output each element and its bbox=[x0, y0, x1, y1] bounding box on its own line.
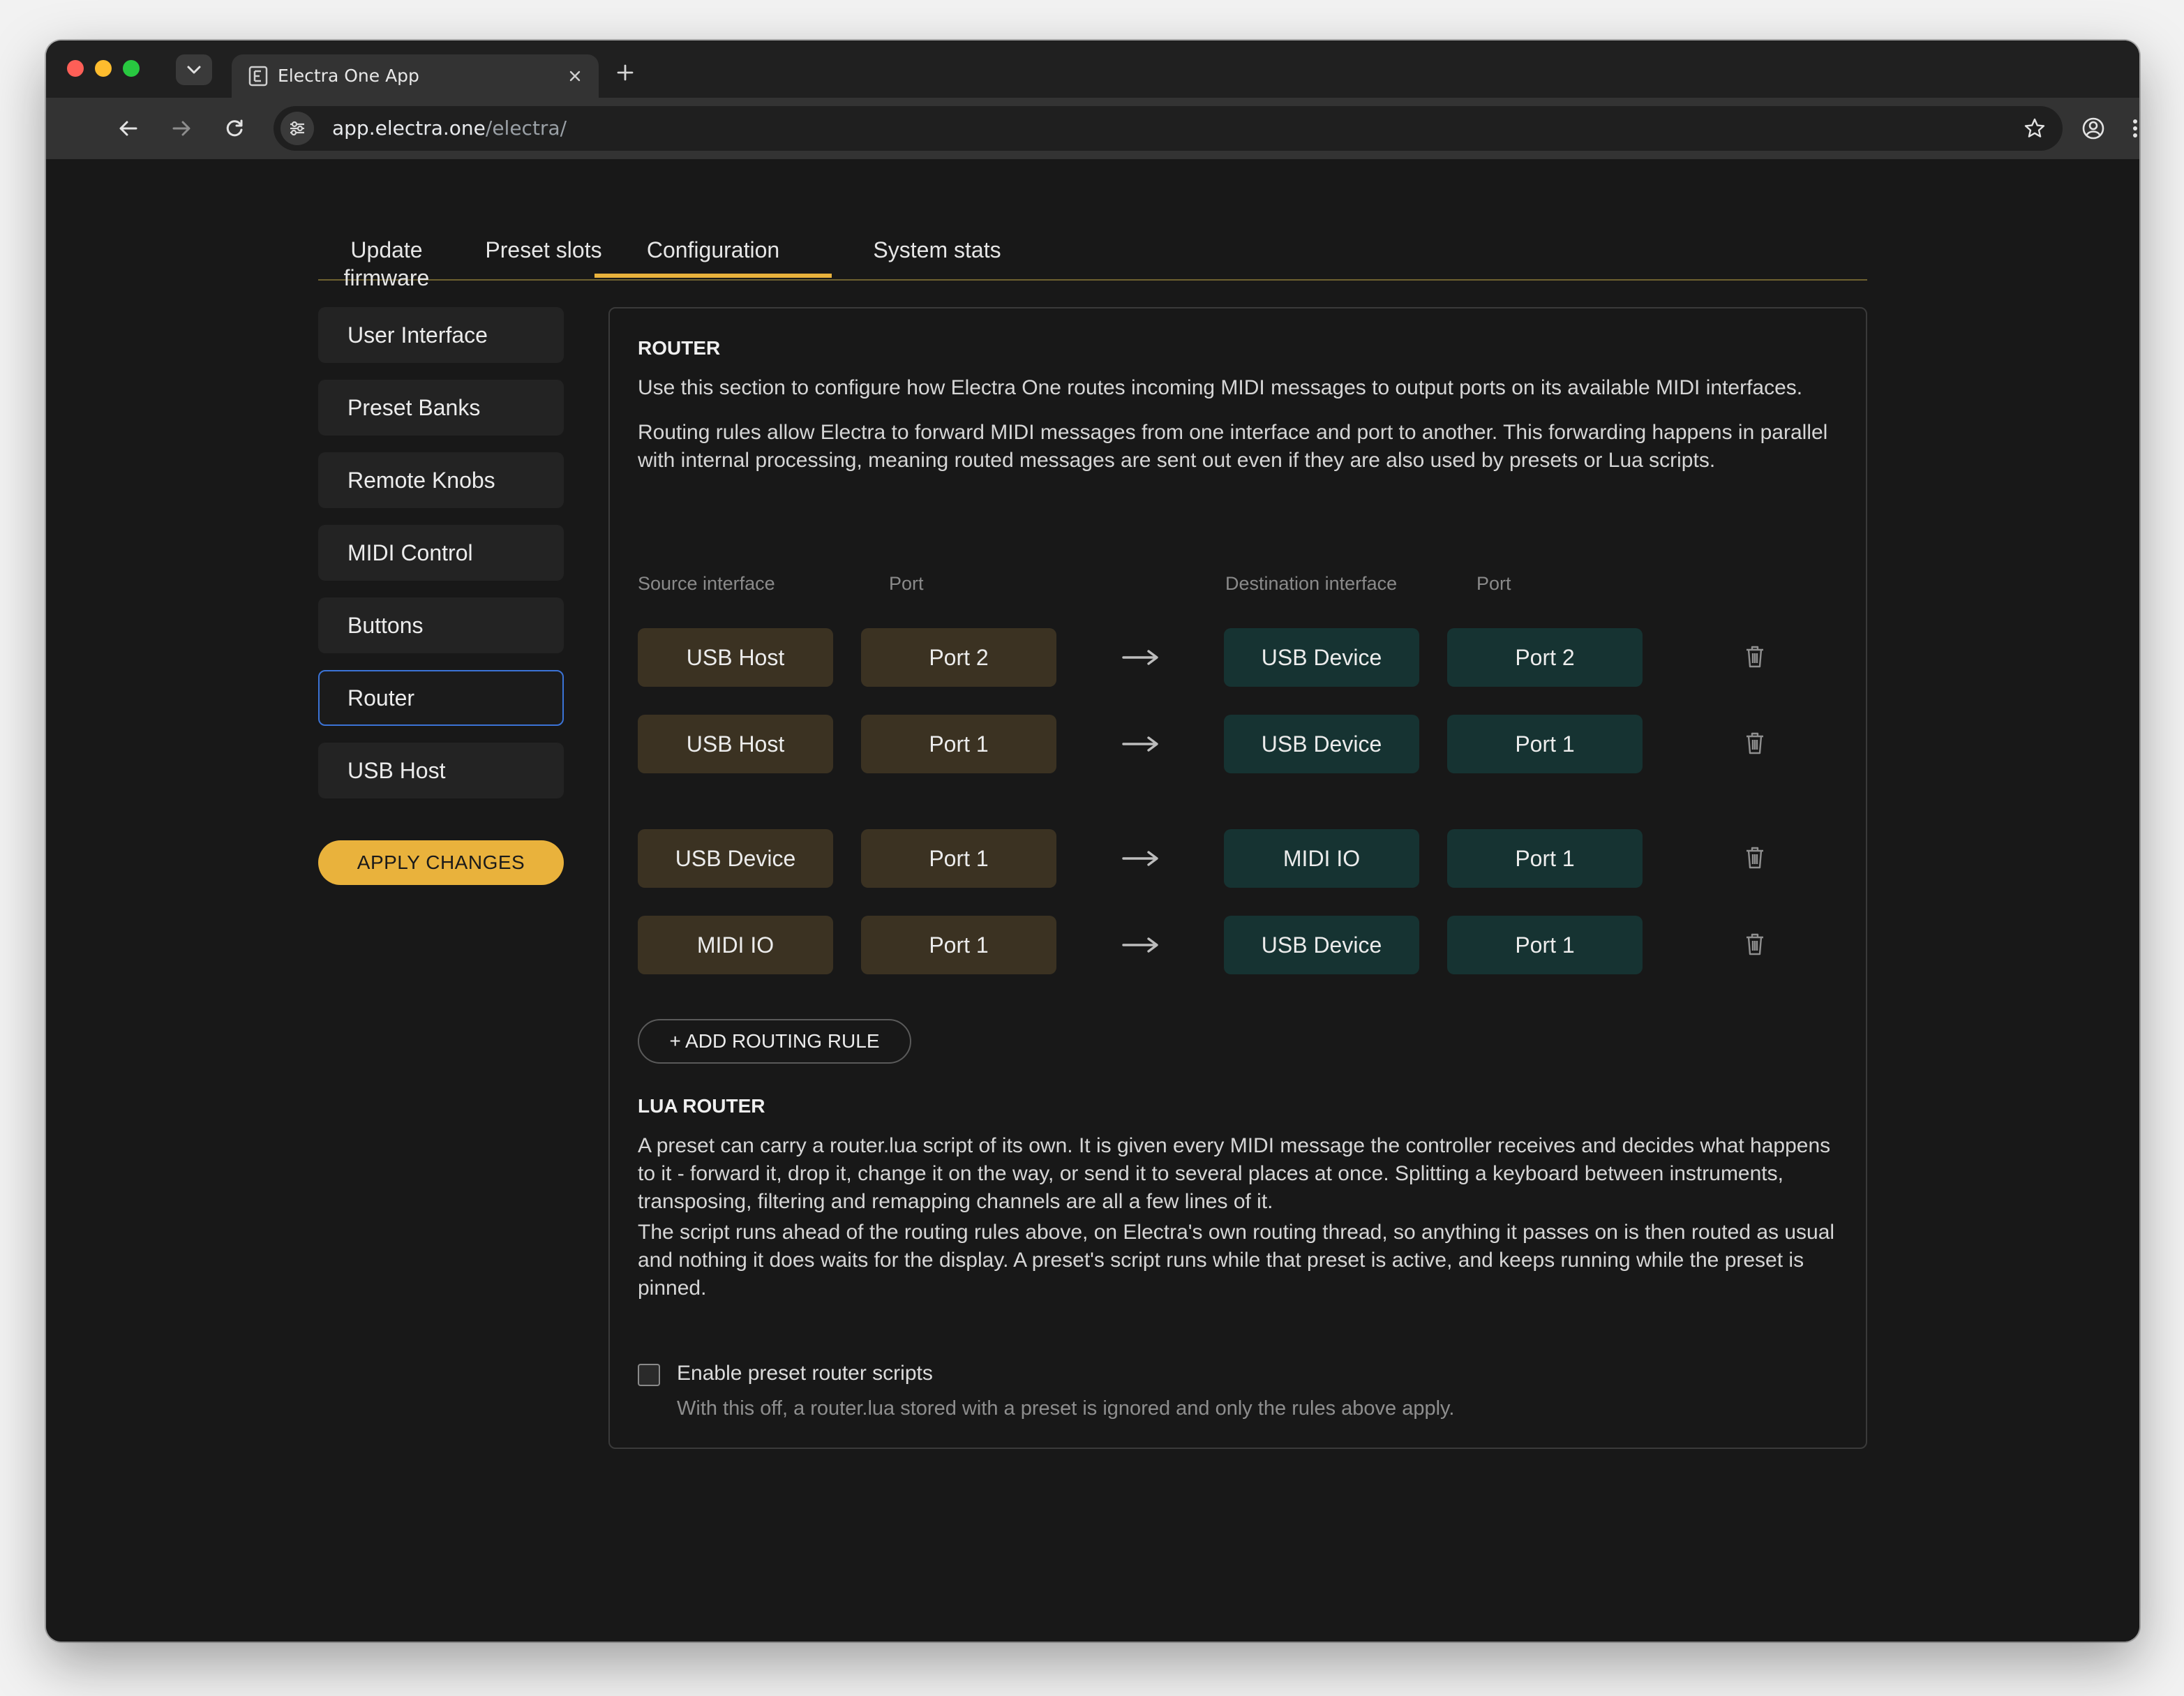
tab-system-stats[interactable]: System stats bbox=[846, 236, 1029, 278]
header-source-port: Port bbox=[889, 573, 924, 594]
router-panel: ROUTER Use this section to configure how… bbox=[608, 307, 1867, 1449]
sidebar-item-midi-control[interactable]: MIDI Control bbox=[318, 525, 564, 581]
sidebar-item-preset-banks[interactable]: Preset Banks bbox=[318, 380, 564, 436]
header-destination-port: Port bbox=[1476, 573, 1511, 594]
destination-interface-select[interactable]: USB Device bbox=[1224, 715, 1419, 773]
account-icon bbox=[2082, 117, 2104, 140]
arrow-right-icon bbox=[1122, 736, 1158, 752]
maximize-window-button[interactable] bbox=[123, 60, 140, 77]
minimize-window-button[interactable] bbox=[95, 60, 112, 77]
tab-preset-slots[interactable]: Preset slots bbox=[481, 236, 606, 278]
sidebar-item-remote-knobs[interactable]: Remote Knobs bbox=[318, 452, 564, 508]
close-tab-button[interactable] bbox=[564, 65, 586, 87]
url-text: app.electra.one/electra/ bbox=[332, 117, 567, 140]
enable-router-scripts-help: With this off, a router.lua stored with … bbox=[677, 1397, 1455, 1420]
lua-router-title: LUA ROUTER bbox=[638, 1095, 765, 1117]
sidebar-item-label: Buttons bbox=[347, 613, 424, 638]
star-icon bbox=[2024, 118, 2045, 137]
sidebar-item-label: Preset Banks bbox=[347, 395, 481, 420]
browser-menu-button[interactable] bbox=[2131, 112, 2139, 145]
header-source-interface: Source interface bbox=[638, 573, 775, 594]
arrow-right-icon bbox=[1122, 851, 1158, 866]
source-interface-select[interactable]: USB Host bbox=[638, 628, 833, 687]
trash-icon[interactable] bbox=[1744, 645, 1765, 669]
forward-button[interactable] bbox=[165, 112, 198, 145]
trash-icon[interactable] bbox=[1744, 731, 1765, 755]
arrow-left-icon bbox=[119, 121, 137, 136]
plus-icon bbox=[617, 64, 634, 81]
header-destination-interface: Destination interface bbox=[1225, 573, 1398, 594]
arrow-right-icon bbox=[1122, 937, 1158, 953]
enable-router-scripts-label[interactable]: Enable preset router scripts bbox=[677, 1361, 933, 1386]
bookmark-button[interactable] bbox=[2021, 114, 2049, 142]
destination-port-select[interactable]: Port 1 bbox=[1447, 829, 1643, 888]
site-settings-button[interactable] bbox=[281, 112, 314, 145]
url-host: app.electra.one bbox=[332, 117, 486, 140]
electra-logo-icon bbox=[248, 66, 268, 87]
source-interface-select[interactable]: USB Device bbox=[638, 829, 833, 888]
browser-window: Electra One App app.electra.one/electra/ bbox=[46, 40, 2139, 1642]
tab-search-button[interactable] bbox=[176, 54, 212, 85]
trash-icon[interactable] bbox=[1744, 932, 1765, 956]
reload-icon bbox=[226, 119, 243, 137]
sidebar-item-buttons[interactable]: Buttons bbox=[318, 597, 564, 653]
tab-label: Update firmware bbox=[343, 237, 430, 290]
destination-interface-select[interactable]: MIDI IO bbox=[1224, 829, 1419, 888]
router-description-2: Routing rules allow Electra to forward M… bbox=[638, 421, 1828, 472]
sidebar-item-router[interactable]: Router bbox=[318, 670, 564, 726]
tab-update-firmware[interactable]: Update firmware bbox=[318, 236, 455, 290]
sidebar-item-label: USB Host bbox=[347, 758, 446, 783]
new-tab-button[interactable] bbox=[611, 59, 639, 87]
enable-router-scripts-checkbox[interactable] bbox=[638, 1364, 660, 1386]
tab-bar: Electra One App bbox=[46, 40, 2139, 98]
lua-router-description-2: The script runs ahead of the routing rul… bbox=[638, 1221, 1835, 1300]
router-title: ROUTER bbox=[638, 337, 721, 359]
close-icon bbox=[569, 70, 581, 82]
destination-port-select[interactable]: Port 1 bbox=[1447, 916, 1643, 974]
tab-label: Preset slots bbox=[485, 237, 602, 262]
lua-router-description-1: A preset can carry a router.lua script o… bbox=[638, 1134, 1831, 1213]
sidebar-item-label: User Interface bbox=[347, 322, 488, 348]
more-vertical-icon bbox=[2133, 119, 2137, 137]
destination-interface-select[interactable]: USB Device bbox=[1224, 916, 1419, 974]
tab-title: Electra One App bbox=[278, 66, 419, 86]
url-path: /electra/ bbox=[485, 117, 567, 140]
address-bar[interactable]: app.electra.one/electra/ bbox=[274, 106, 2063, 151]
tab-label: System stats bbox=[873, 237, 1001, 262]
trash-icon[interactable] bbox=[1744, 846, 1765, 870]
apply-changes-button[interactable]: APPLY CHANGES bbox=[318, 840, 564, 885]
browser-toolbar: app.electra.one/electra/ bbox=[46, 98, 2139, 159]
reload-button[interactable] bbox=[218, 112, 251, 145]
source-port-select[interactable]: Port 1 bbox=[861, 916, 1056, 974]
arrow-right-icon bbox=[172, 121, 190, 136]
source-port-select[interactable]: Port 1 bbox=[861, 829, 1056, 888]
arrow-right-icon bbox=[1122, 650, 1158, 665]
sidebar-item-label: Router bbox=[347, 685, 415, 711]
destination-interface-select[interactable]: USB Device bbox=[1224, 628, 1419, 687]
top-tab-bar: Update firmware Preset slots Configurati… bbox=[318, 159, 1867, 290]
sidebar-item-label: Remote Knobs bbox=[347, 468, 495, 493]
add-routing-rule-button[interactable]: + ADD ROUTING RULE bbox=[638, 1019, 911, 1064]
router-description-1: Use this section to configure how Electr… bbox=[638, 376, 1803, 399]
chevron-down-icon bbox=[187, 66, 201, 74]
back-button[interactable] bbox=[112, 112, 145, 145]
source-port-select[interactable]: Port 2 bbox=[861, 628, 1056, 687]
browser-tab[interactable]: Electra One App bbox=[232, 54, 599, 98]
profile-button[interactable] bbox=[2077, 112, 2110, 145]
app-page: Update firmware Preset slots Configurati… bbox=[46, 159, 2139, 1642]
destination-port-select[interactable]: Port 1 bbox=[1447, 715, 1643, 773]
destination-port-select[interactable]: Port 2 bbox=[1447, 628, 1643, 687]
tab-label: Configuration bbox=[646, 237, 780, 262]
close-window-button[interactable] bbox=[67, 60, 84, 77]
source-interface-select[interactable]: MIDI IO bbox=[638, 916, 833, 974]
sidebar-item-usb-host[interactable]: USB Host bbox=[318, 743, 564, 798]
tune-icon bbox=[290, 121, 304, 136]
source-port-select[interactable]: Port 1 bbox=[861, 715, 1056, 773]
source-interface-select[interactable]: USB Host bbox=[638, 715, 833, 773]
sidebar-item-label: MIDI Control bbox=[347, 540, 473, 565]
tab-configuration[interactable]: Configuration bbox=[594, 236, 832, 278]
sidebar-item-user-interface[interactable]: User Interface bbox=[318, 307, 564, 363]
